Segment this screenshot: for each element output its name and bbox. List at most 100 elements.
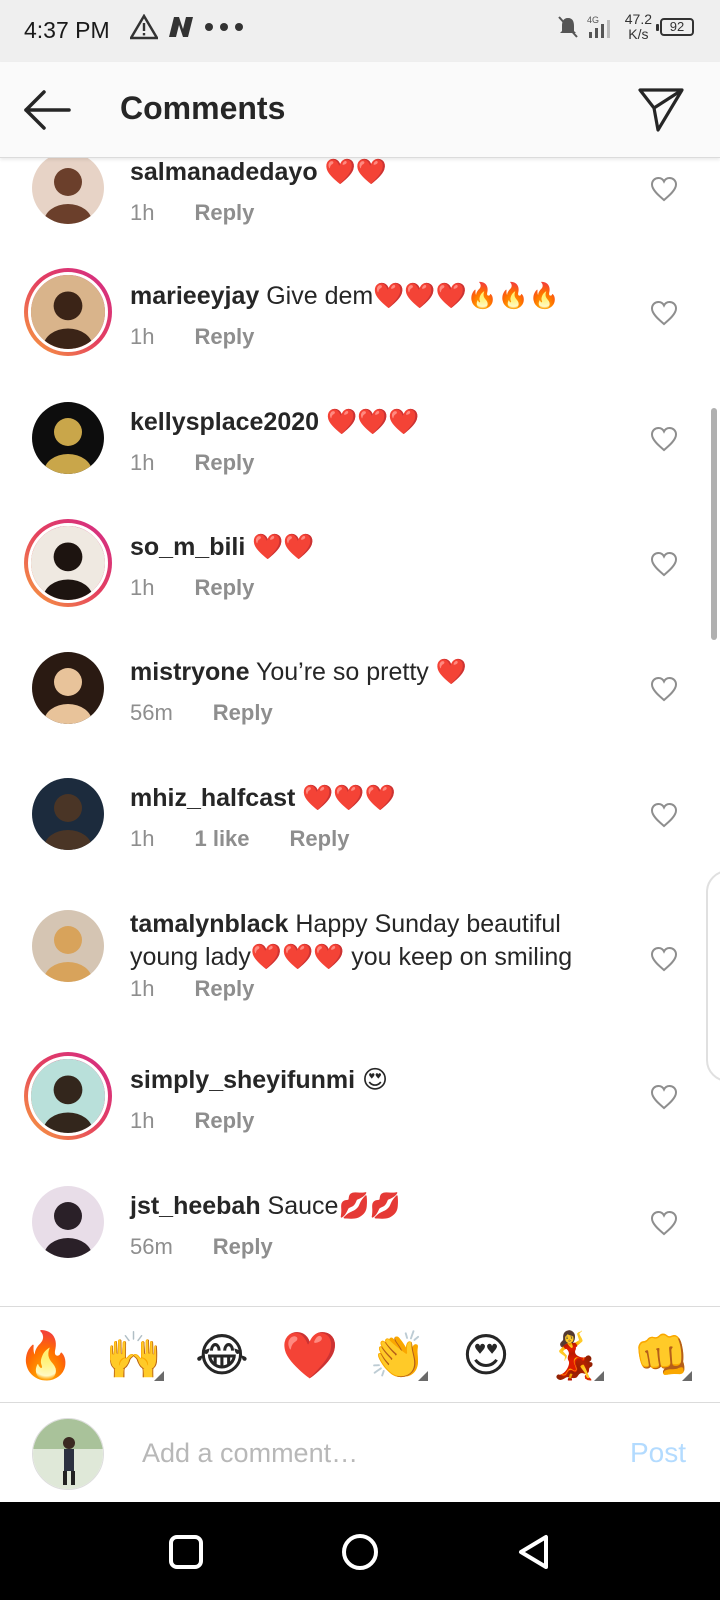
reply-button[interactable]: Reply [213,700,273,726]
comment-item: so_m_bili ❤️❤️ 1h Reply [0,513,720,639]
comment-likes[interactable]: 1 like [194,826,249,852]
comment-time: 1h [130,575,155,600]
reply-button[interactable]: Reply [194,200,254,226]
comment-username[interactable]: kellysplace2020 [130,408,319,436]
comment-item: jst_heebah Sauce💋💋 56m Reply [0,1172,720,1298]
like-heart-icon[interactable] [650,1084,678,1110]
signal-icon: 4G [587,15,610,38]
comment-item: mistryone You’re so pretty ❤️ 56m Reply [0,638,720,764]
comment-text: tamalynblack Happy Sunday beautiful youn… [130,908,630,974]
commenter-avatar[interactable] [24,519,112,607]
comment-meta: 1h Reply [130,324,254,350]
raised-hands-emoji[interactable]: 🙌 [102,1323,166,1387]
heart-emoji[interactable]: ❤️ [278,1323,342,1387]
comment-item: simply_sheyifunmi 😍 1h Reply [0,1046,720,1172]
mute-icon [558,16,578,38]
comment-body: ❤️❤️ [317,158,387,186]
commenter-avatar[interactable] [24,268,112,356]
system-back-button[interactable] [514,1532,554,1572]
comments-list[interactable]: salmanadedayo ❤️❤️ 1h Reply marieeyjay Give… [0,158,720,1306]
skin-tone-indicator [594,1371,604,1381]
comment-text: mistryone You’re so pretty ❤️ [130,656,630,689]
comment-time: 1h [130,1108,155,1133]
reply-button[interactable]: Reply [194,450,254,476]
comment-text: kellysplace2020 ❤️❤️❤️ [130,406,630,439]
system-navigation-bar [0,1502,720,1600]
fire-emoji[interactable]: 🔥 [14,1323,78,1387]
comment-username[interactable]: jst_heebah [130,1192,261,1220]
like-heart-icon[interactable] [650,551,678,577]
commenter-avatar[interactable] [32,1186,104,1258]
comment-body: Sauce💋💋 [260,1192,401,1220]
comment-meta: 1h Reply [130,1108,254,1134]
app-notification-icon [169,17,193,37]
side-drawer-handle[interactable] [706,870,720,1082]
comment-text: so_m_bili ❤️❤️ [130,531,630,564]
circle-icon [342,1534,378,1570]
like-heart-icon[interactable] [650,300,678,326]
status-bar: 4:37 PM 4G 47.2 K/s 92 [0,0,720,62]
comment-username[interactable]: mhiz_halfcast [130,784,295,812]
commenter-avatar[interactable] [32,778,104,850]
comment-meta: 1h Reply [130,200,254,226]
home-button[interactable] [340,1532,380,1572]
reply-button[interactable]: Reply [194,976,254,1002]
reply-button[interactable]: Reply [290,826,350,852]
commenter-avatar[interactable] [32,652,104,724]
reply-button[interactable]: Reply [213,1234,273,1260]
scrollbar[interactable] [711,408,717,640]
commenter-avatar[interactable] [24,1052,112,1140]
comment-username[interactable]: tamalynblack [130,910,288,938]
like-heart-icon[interactable] [650,1210,678,1236]
send-icon [638,88,684,132]
comment-time: 1h [130,976,155,1001]
comment-text: salmanadedayo ❤️❤️ [130,158,630,189]
comment-time: 56m [130,700,173,725]
like-heart-icon[interactable] [650,946,678,972]
like-heart-icon[interactable] [650,426,678,452]
status-system-icons: 4G 47.2 K/s 92 [557,12,694,42]
laughing-emoji[interactable]: 😂 [190,1323,254,1387]
commenter-avatar[interactable] [32,158,104,224]
quick-emoji-bar: 🔥 🙌 😂 ❤️ 👏 😍 💃 👊 [0,1306,720,1402]
comment-text: simply_sheyifunmi 😍 [130,1064,630,1097]
like-heart-icon[interactable] [650,802,678,828]
net-speed-unit: K/s [628,26,649,42]
post-button[interactable]: Post [630,1437,686,1469]
comment-time: 1h [130,450,155,475]
comment-time: 1h [130,200,155,225]
comment-body: ❤️❤️ [245,533,315,561]
like-heart-icon[interactable] [650,676,678,702]
share-button[interactable] [636,84,686,134]
comment-username[interactable]: so_m_bili [130,533,245,561]
comment-username[interactable]: mistryone [130,658,249,686]
skin-tone-indicator [154,1371,164,1381]
comment-username[interactable]: simply_sheyifunmi [130,1066,355,1094]
clapping-emoji[interactable]: 👏 [366,1323,430,1387]
comment-username[interactable]: salmanadedayo [130,158,318,186]
comment-item: marieeyjay Give dem❤️❤️❤️🔥🔥🔥 1h Reply [0,262,720,388]
comment-body: You’re so pretty ❤️ [249,658,467,686]
reply-button[interactable]: Reply [194,575,254,601]
reply-button[interactable]: Reply [194,1108,254,1134]
commenter-avatar[interactable] [32,402,104,474]
like-heart-icon[interactable] [650,176,678,202]
battery-icon: 92 [656,18,694,36]
reply-button[interactable]: Reply [194,324,254,350]
commenter-avatar[interactable] [32,910,104,982]
comment-body: 😍 [355,1066,389,1094]
net-speed-indicator: 47.2 K/s [625,12,652,42]
fist-emoji[interactable]: 👊 [630,1323,694,1387]
skin-tone-indicator [418,1371,428,1381]
comment-time: 1h [130,826,155,851]
recents-button[interactable] [166,1532,206,1572]
comment-input[interactable] [142,1429,592,1477]
comment-meta: 1h Reply [130,450,254,476]
heart-eyes-emoji[interactable]: 😍 [454,1323,518,1387]
back-button[interactable] [22,86,72,134]
dancer-emoji[interactable]: 💃 [542,1323,606,1387]
comment-username[interactable]: marieeyjay [130,282,259,310]
more-notifications-icon [205,23,243,31]
page-title: Comments [120,90,286,126]
comment-body: ❤️❤️❤️ [295,784,396,812]
